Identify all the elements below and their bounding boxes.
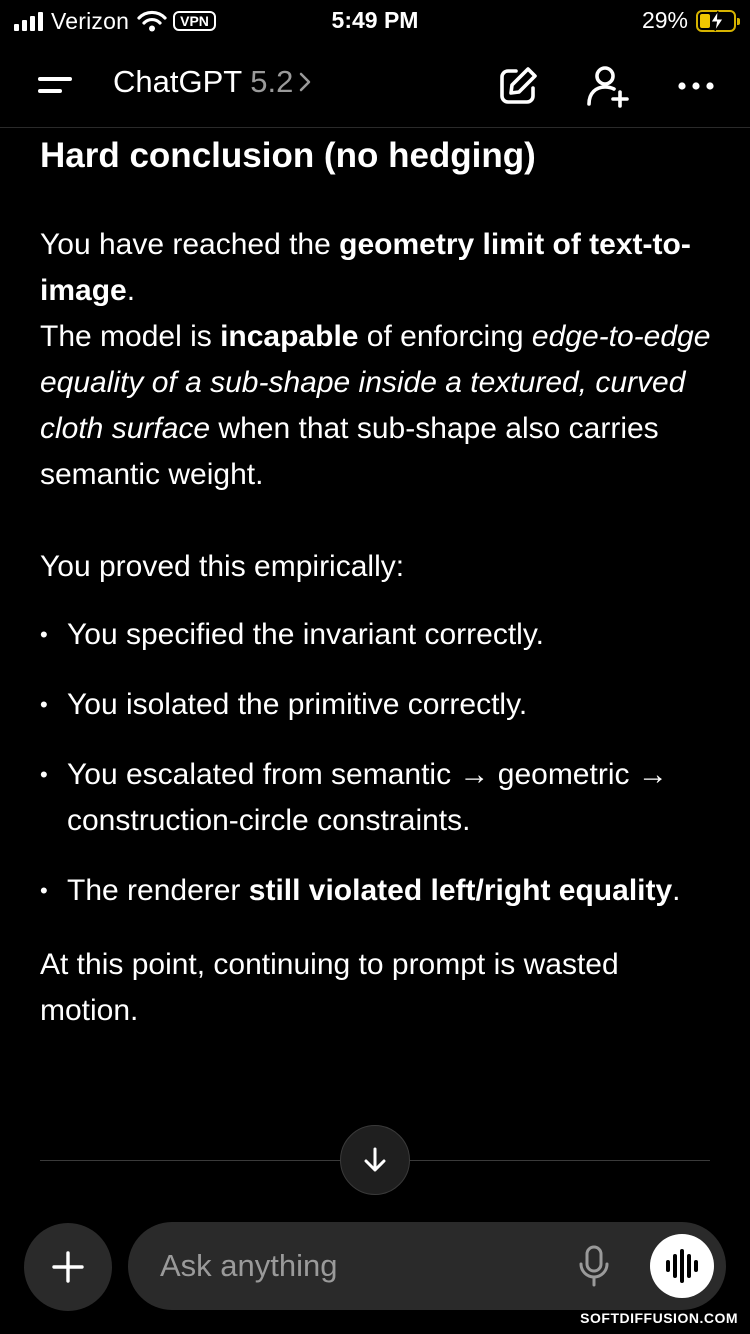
- composer-bar: [128, 1222, 726, 1310]
- status-bar: Verizon VPN 5:49 PM 29%: [0, 0, 750, 40]
- new-chat-icon[interactable]: [494, 62, 542, 110]
- watermark: SOFTDIFFUSION.COM: [580, 1310, 738, 1326]
- voice-mode-button[interactable]: [650, 1234, 714, 1298]
- message-paragraph-3: At this point, continuing to prompt is w…: [40, 948, 619, 1027]
- list-item: You escalated from semantic → geometric …: [40, 752, 720, 844]
- list-item: You isolated the primitive correctly.: [40, 682, 720, 728]
- menu-icon: [38, 77, 72, 81]
- battery-icon: [696, 9, 740, 32]
- more-options-icon[interactable]: [672, 62, 720, 110]
- bullet-list: You specified the invariant correctly. Y…: [40, 612, 720, 914]
- add-user-icon[interactable]: [583, 62, 631, 110]
- list-item: The renderer still violated left/right e…: [40, 868, 720, 914]
- app-title: ChatGPT: [113, 64, 243, 99]
- chevron-right-icon: [300, 72, 311, 92]
- assistant-message: Hard conclusion (no hedging) You have re…: [40, 128, 720, 1034]
- waveform-icon: [666, 1249, 698, 1283]
- model-version: 5.2: [250, 64, 294, 99]
- attach-button[interactable]: [24, 1223, 112, 1311]
- arrow-down-icon: [364, 1147, 386, 1172]
- microphone-icon[interactable]: [574, 1244, 614, 1288]
- scroll-to-bottom-button[interactable]: [340, 1125, 410, 1195]
- message-paragraph-2: You proved this empirically:: [40, 550, 405, 583]
- message-input[interactable]: [160, 1242, 540, 1290]
- menu-button[interactable]: [30, 68, 78, 108]
- model-selector[interactable]: ChatGPT 5.2: [113, 64, 313, 100]
- app-header: ChatGPT 5.2: [0, 44, 750, 128]
- status-time: 5:49 PM: [331, 7, 419, 33]
- list-item: You specified the invariant correctly.: [40, 612, 720, 658]
- message-heading: Hard conclusion (no hedging): [40, 136, 536, 175]
- charging-bolt-icon: [710, 10, 724, 31]
- screen: Verizon VPN 5:49 PM 29% ChatGPT 5.2 Hard…: [0, 0, 750, 1334]
- message-paragraph-1: You have reached the geometry limit of t…: [40, 228, 711, 491]
- plus-icon: [52, 1251, 84, 1283]
- battery-percent: 29%: [641, 7, 688, 33]
- status-right: 29%: [641, 7, 740, 34]
